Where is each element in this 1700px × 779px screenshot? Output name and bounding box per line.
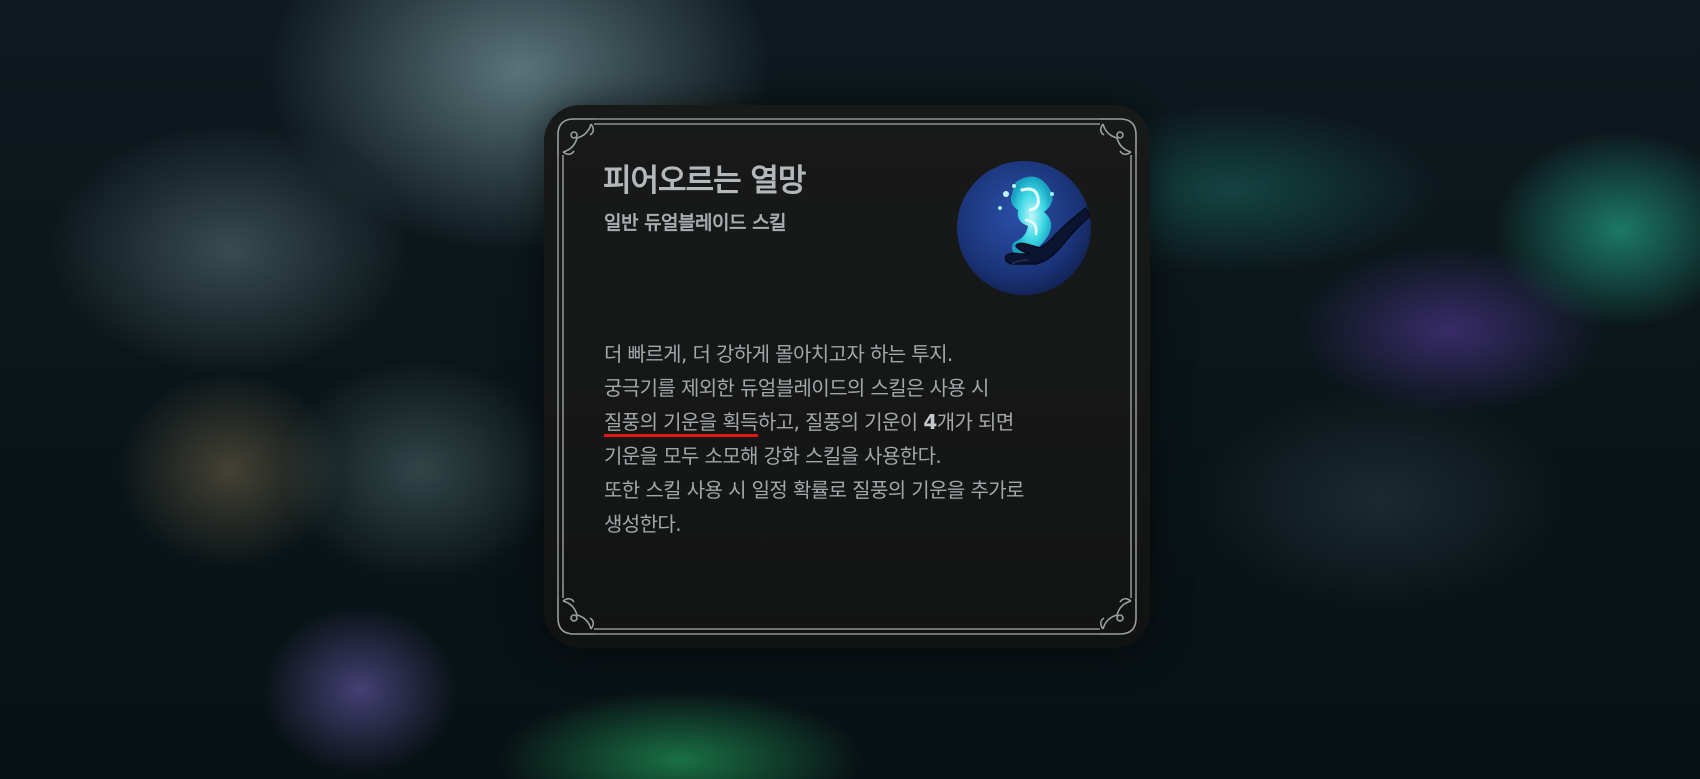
description-line-3-text-a: 하고, 질풍의 기운이 <box>757 410 924 434</box>
skill-subtitle: 일반 듀얼블레이드 스킬 <box>604 212 787 234</box>
description-line-1: 더 빠르게, 더 강하게 몰아치고자 하는 투지. <box>604 342 953 366</box>
description-line-5: 또한 스킬 사용 시 일정 확률로 질풍의 기운을 추가로 <box>604 478 1024 502</box>
corner-ornament-top-left <box>557 118 595 156</box>
description-line-6: 생성한다. <box>604 512 682 536</box>
skill-description: 더 빠르게, 더 강하게 몰아치고자 하는 투지. 궁극기를 제외한 듀얼블레이… <box>604 337 1124 541</box>
stack-count-number: 4 <box>923 410 937 434</box>
wind-energy-hand-icon <box>957 161 1091 295</box>
description-line-3: 질풍의 기운을 획득하고, 질풍의 기운이 4개가 되면 <box>604 405 1124 439</box>
highlighted-phrase: 질풍의 기운을 획득 <box>604 410 759 437</box>
description-line-4: 기운을 모두 소모해 강화 스킬을 사용한다. <box>604 444 942 468</box>
description-line-3-text-b: 개가 되면 <box>936 410 1015 434</box>
skill-title: 피어오르는 열망 <box>603 163 806 199</box>
description-line-2: 궁극기를 제외한 듀얼블레이드의 스킬은 사용 시 <box>604 376 989 400</box>
corner-ornament-bottom-right <box>1099 597 1137 635</box>
skill-tooltip-card: 피어오르는 열망 일반 듀얼블레이드 스킬 더 빠르게, 더 강하게 몰아치고자… <box>544 105 1150 648</box>
corner-ornament-bottom-left <box>557 597 595 635</box>
corner-ornament-top-right <box>1099 118 1137 156</box>
